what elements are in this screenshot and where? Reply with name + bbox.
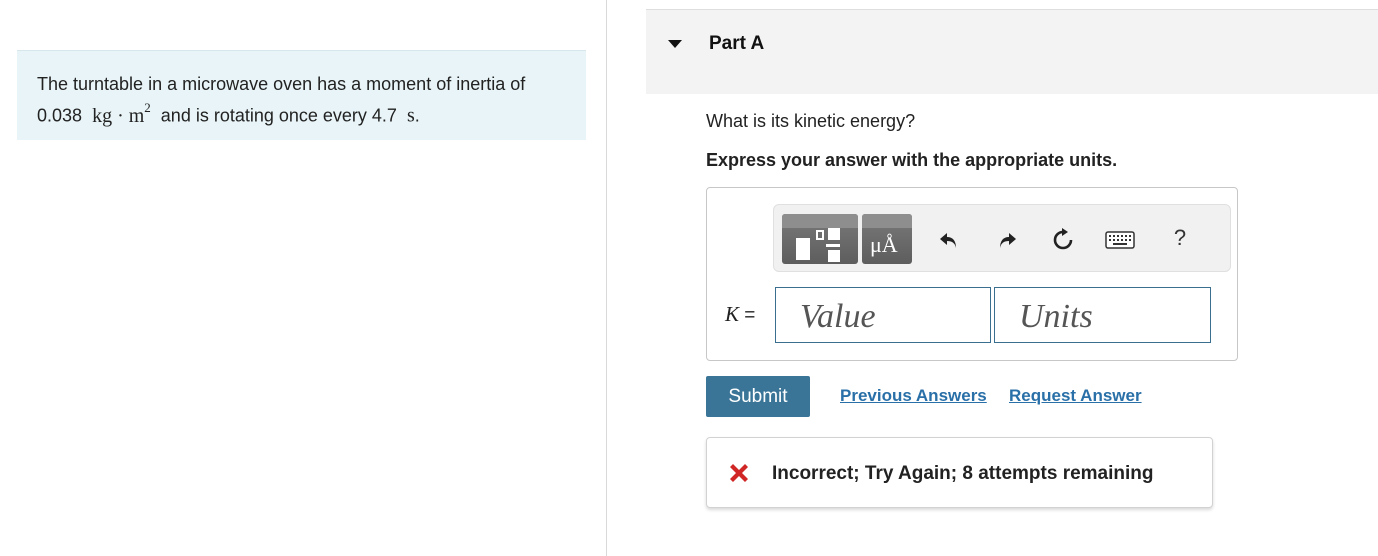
fraction-template-icon[interactable] — [782, 214, 858, 264]
part-header[interactable]: Part A — [646, 9, 1378, 94]
collapse-caret-icon[interactable] — [668, 40, 682, 48]
previous-answers-link[interactable]: Previous Answers — [840, 386, 987, 406]
feedback-message: Incorrect; Try Again; 8 attempts remaini… — [772, 463, 1154, 484]
page: The turntable in a microwave oven has a … — [0, 0, 1378, 556]
panel-divider — [606, 0, 607, 556]
request-answer-link[interactable]: Request Answer — [1009, 386, 1142, 406]
question-text: What is its kinetic energy? — [706, 111, 916, 131]
submit-button[interactable]: Submit — [706, 376, 810, 417]
inertia-value: 0.038 — [37, 105, 83, 126]
inertia-units: kg · m2 — [92, 100, 151, 127]
problem-text-mid: and is rotating once every 4.7 — [160, 105, 397, 126]
instruction-text: Express your answer with the appropriate… — [706, 150, 1118, 170]
part-title: Part A — [709, 33, 765, 54]
keyboard-icon[interactable] — [1104, 227, 1136, 253]
feedback-box: Incorrect; Try Again; 8 attempts remaini… — [706, 437, 1213, 508]
problem-text-end: . — [414, 105, 420, 126]
units-icon[interactable]: μÅ — [862, 214, 912, 264]
help-icon[interactable]: ? — [1167, 225, 1193, 251]
answer-variable-label: K = — [725, 302, 756, 326]
math-toolbar: μÅ ? — [773, 204, 1231, 272]
units-input[interactable] — [994, 287, 1211, 343]
answer-box: μÅ ? K = Value Units — [706, 187, 1238, 361]
error-x-icon — [730, 464, 748, 482]
period-units: s — [406, 104, 415, 127]
redo-icon[interactable] — [994, 227, 1020, 253]
problem-statement: The turntable in a microwave oven has a … — [17, 50, 586, 140]
undo-icon[interactable] — [936, 227, 962, 253]
value-input[interactable] — [775, 287, 991, 343]
problem-text-line1: The turntable in a microwave oven has a … — [37, 74, 526, 94]
reset-icon[interactable] — [1050, 227, 1076, 253]
